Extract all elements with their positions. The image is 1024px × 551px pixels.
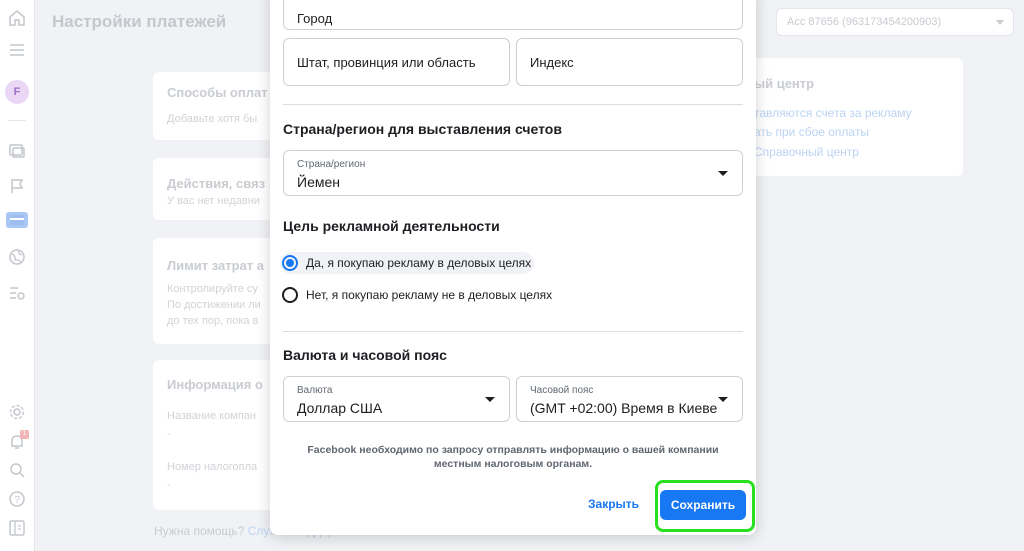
city-placeholder: Город [297, 11, 333, 26]
section-divider [283, 104, 743, 105]
timezone-label: Часовой пояс [530, 385, 594, 396]
card-text: Название компан [167, 410, 256, 422]
card-text: По достижении ли [167, 299, 261, 311]
chevron-down-icon [718, 171, 728, 176]
billing-card-icon[interactable] [7, 210, 27, 230]
notification-badge: 1 [20, 430, 29, 439]
card-title: Лимит затрат а [167, 258, 264, 273]
purpose-option-not-business[interactable]: Нет, я покупаю рекламу не в деловых целя… [282, 284, 552, 306]
purpose-option-label: Нет, я покупаю рекламу не в деловых целя… [306, 288, 553, 302]
svg-text:?: ? [14, 495, 20, 506]
search-icon[interactable] [7, 460, 27, 480]
help-link[interactable]: ать при сбое оплаты [754, 125, 869, 139]
purpose-section-title: Цель рекламной деятельности [283, 218, 500, 234]
globe-icon[interactable] [7, 247, 27, 267]
account-selector-label: Acc 87656 (963173454200903) [787, 16, 942, 28]
home-icon[interactable] [7, 8, 27, 28]
gear-icon[interactable] [7, 402, 27, 422]
card-text: Добавьте хотя бы [167, 113, 258, 125]
country-value: Йемен [297, 174, 340, 190]
help-center-card: ый центр тавляются счета за рекламу ать … [742, 58, 963, 176]
chevron-down-icon [996, 20, 1004, 25]
card-text: У вас нет недавни [167, 195, 260, 207]
currency-value: Доллар США [297, 400, 383, 416]
section-divider [283, 331, 743, 332]
card-text: Номер налогопла [167, 461, 258, 473]
card-text: - [167, 479, 171, 491]
card-title: Способы оплат [167, 85, 268, 100]
flag-icon[interactable] [7, 176, 27, 196]
radio-selected[interactable] [282, 255, 298, 271]
save-button[interactable]: Сохранить [660, 490, 746, 520]
chevron-down-icon [718, 397, 728, 402]
chevron-down-icon [485, 397, 495, 402]
panel-icon[interactable] [7, 518, 27, 538]
menu-icon[interactable] [7, 40, 27, 60]
rail-divider [8, 120, 26, 121]
card-text: Контролируйте су [167, 283, 258, 295]
tax-notice: Facebook необходимо по запросу отправлят… [307, 444, 719, 470]
country-label: Страна/регион [297, 159, 366, 170]
page-title: Настройки платежей [52, 12, 227, 31]
zip-input[interactable]: Индекс [516, 38, 743, 86]
state-input[interactable]: Штат, провинция или область [283, 38, 510, 86]
help-footer-text: Нужна помощь? [154, 524, 245, 538]
country-select[interactable]: Страна/регион Йемен [283, 150, 743, 196]
currency-section-title: Валюта и часовой пояс [283, 347, 447, 363]
timezone-value: (GMT +02:00) Время в Киеве [530, 400, 718, 416]
left-nav-rail: F 1 ? [0, 0, 35, 551]
card-title: Информация о [167, 377, 263, 392]
currency-label: Валюта [297, 385, 333, 396]
help-link[interactable]: тавляются счета за рекламу [754, 106, 912, 120]
card-text: до тех пор, пока в [167, 315, 259, 327]
state-placeholder: Штат, провинция или область [297, 55, 476, 70]
ads-manager-icon[interactable] [7, 140, 27, 160]
help-link[interactable]: Справочный центр [754, 145, 859, 159]
purpose-option-business[interactable]: Да, я покупаю рекламу в деловых целях [280, 252, 535, 274]
avatar[interactable]: F [5, 80, 29, 104]
timezone-select[interactable]: Часовой пояс (GMT +02:00) Время в Киеве [516, 376, 743, 422]
help-icon[interactable]: ? [7, 489, 27, 509]
currency-select[interactable]: Валюта Доллар США [283, 376, 510, 422]
settings-list-icon[interactable] [7, 283, 27, 303]
zip-placeholder: Индекс [530, 55, 574, 70]
country-section-title: Страна/регион для выставления счетов [283, 121, 562, 137]
purpose-option-label: Да, я покупаю рекламу в деловых целях [306, 256, 532, 270]
card-title: Действия, связ [167, 176, 266, 191]
close-button[interactable]: Закрыть [588, 497, 639, 511]
account-selector[interactable]: Acc 87656 (963173454200903) [776, 8, 1014, 36]
city-input[interactable]: Город [283, 0, 743, 30]
help-center-title: ый центр [754, 76, 815, 91]
billing-info-modal: Город Штат, провинция или область Индекс… [270, 0, 756, 535]
card-text: - [167, 428, 171, 440]
radio-unselected[interactable] [282, 287, 298, 303]
